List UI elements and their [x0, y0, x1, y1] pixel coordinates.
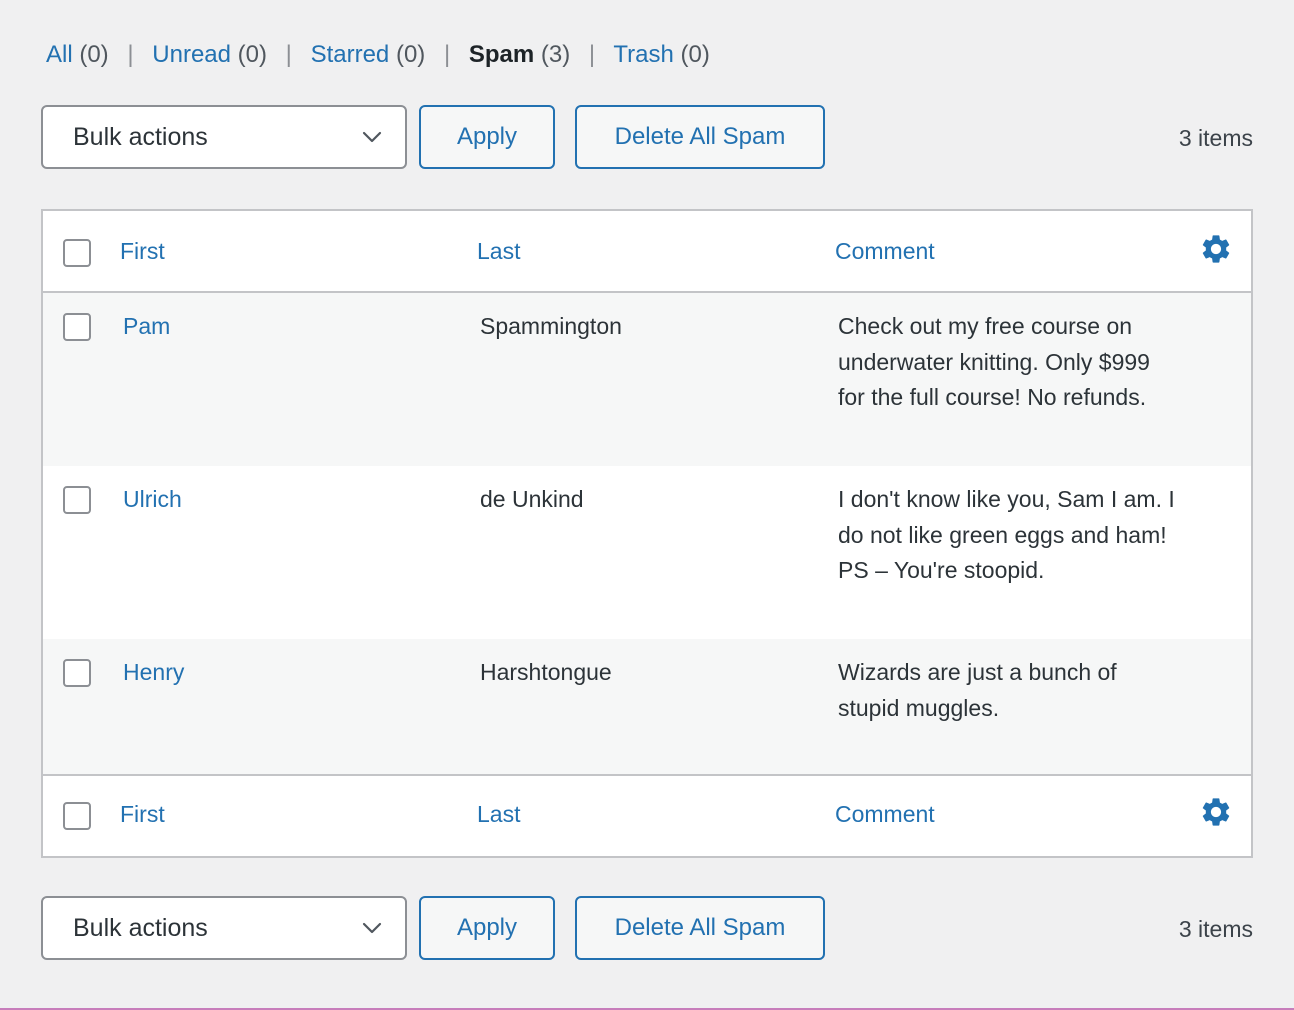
entries-page: All (0) | Unread (0) | Starred (0) | Spa… [0, 0, 1294, 1010]
filter-all[interactable]: All [46, 41, 73, 68]
entries-table: First Last Comment Pam Spammington Check… [41, 209, 1253, 858]
row-checkbox[interactable] [63, 659, 91, 687]
tablenav-bottom: Bulk actions Apply Delete All Spam 3 ite… [41, 896, 1253, 962]
row-checkbox[interactable] [63, 486, 91, 514]
column-first-footer[interactable]: First [120, 801, 165, 828]
filter-starred-count: (0) [395, 41, 426, 68]
cell-last-name: de Unkind [480, 486, 584, 512]
tablenav-top: Bulk actions Apply Delete All Spam 3 ite… [41, 105, 1253, 171]
filter-spam-current: Spam [468, 41, 535, 68]
filter-starred[interactable]: Starred [311, 41, 390, 68]
bulk-actions-select[interactable]: Bulk actions [41, 105, 407, 169]
delete-all-spam-button[interactable]: Delete All Spam [575, 105, 825, 169]
filter-separator: | [588, 41, 596, 68]
filter-all-count: (0) [79, 41, 109, 68]
bulk-actions-label: Bulk actions [73, 123, 208, 151]
filter-separator: | [127, 41, 134, 68]
cell-comment: Check out my free course on underwater k… [838, 313, 1150, 410]
items-count-bottom: 3 items [1178, 916, 1253, 942]
table-row: Ulrich de Unkind I don't know like you, … [43, 466, 1251, 639]
chevron-down-icon [362, 131, 382, 143]
cell-first-name[interactable]: Pam [123, 313, 170, 340]
column-comment-header[interactable]: Comment [835, 238, 935, 265]
filter-spam-count: (3) [540, 41, 571, 68]
filter-unread[interactable]: Unread [152, 41, 231, 68]
items-count: 3 items [1178, 125, 1253, 151]
column-first-header[interactable]: First [120, 238, 165, 265]
filter-unread-count: (0) [237, 41, 267, 68]
column-comment-footer[interactable]: Comment [835, 801, 935, 828]
gear-icon[interactable] [1199, 795, 1233, 829]
table-row: Pam Spammington Check out my free course… [43, 293, 1251, 466]
cell-last-name: Spammington [480, 313, 622, 339]
select-all-checkbox[interactable] [63, 239, 91, 267]
bulk-actions-select-bottom[interactable]: Bulk actions [41, 896, 407, 960]
column-last-footer[interactable]: Last [477, 801, 520, 828]
select-all-checkbox-footer[interactable] [63, 802, 91, 830]
bulk-actions-label: Bulk actions [73, 914, 208, 942]
table-row: Henry Harshtongue Wizards are just a bun… [43, 639, 1251, 777]
filter-separator: | [443, 41, 451, 68]
table-header-row: First Last Comment [43, 211, 1251, 293]
apply-button-bottom[interactable]: Apply [419, 896, 555, 960]
filter-trash[interactable]: Trash [613, 41, 673, 68]
gear-icon[interactable] [1199, 232, 1233, 266]
delete-all-spam-button-bottom[interactable]: Delete All Spam [575, 896, 825, 960]
apply-button[interactable]: Apply [419, 105, 555, 169]
chevron-down-icon [362, 922, 382, 934]
column-last-header[interactable]: Last [477, 238, 520, 265]
status-filter: All (0) | Unread (0) | Starred (0) | Spa… [46, 38, 710, 72]
cell-last-name: Harshtongue [480, 659, 612, 685]
filter-trash-count: (0) [680, 41, 710, 68]
cell-first-name[interactable]: Henry [123, 659, 184, 686]
cell-comment: Wizards are just a bunch of stupid muggl… [838, 659, 1117, 721]
filter-separator: | [285, 41, 292, 68]
table-footer-row: First Last Comment [43, 774, 1251, 856]
row-checkbox[interactable] [63, 313, 91, 341]
cell-first-name[interactable]: Ulrich [123, 486, 182, 513]
cell-comment: I don't know like you, Sam I am. I do no… [838, 486, 1175, 583]
